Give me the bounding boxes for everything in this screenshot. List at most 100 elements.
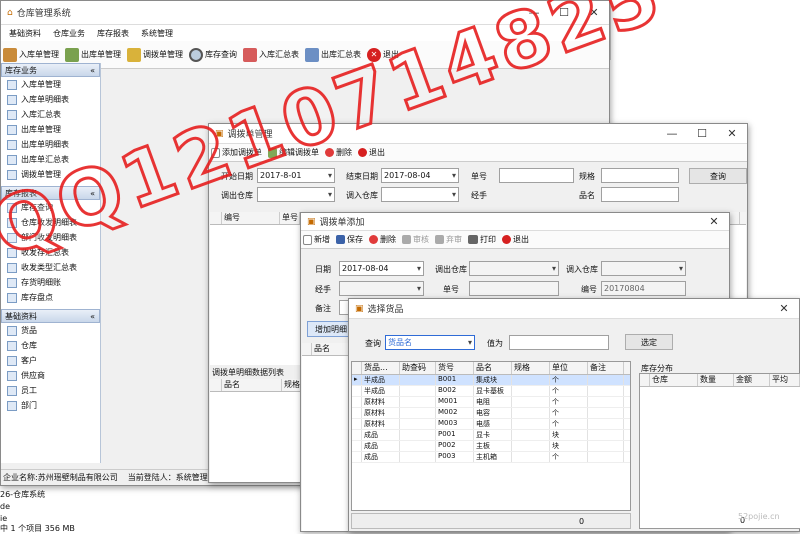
col-warehouse[interactable]: 仓库 (650, 374, 698, 386)
sidebar-item[interactable]: 库存盘点 (1, 290, 100, 305)
picker-bottom-scroll[interactable] (351, 513, 631, 529)
col-goods-name[interactable]: 品名 (312, 343, 352, 355)
query-field-select[interactable]: 货品名 (385, 335, 475, 350)
sidebar-item[interactable]: 出库单管理 (1, 122, 100, 137)
out-warehouse-select[interactable] (469, 261, 559, 276)
sidebar-item[interactable]: 入库汇总表 (1, 107, 100, 122)
minimize-button[interactable]: — (657, 127, 687, 140)
col-category[interactable]: 货品... (362, 362, 400, 374)
sidebar-item[interactable]: 部门 (1, 398, 100, 413)
goods-name-input[interactable] (601, 187, 679, 202)
new-button[interactable]: 新增 (303, 234, 330, 245)
order-no-input[interactable] (499, 168, 574, 183)
explorer-item[interactable]: 26-仓库系统 (0, 489, 45, 500)
table-row[interactable]: 原材料 M001 电阻 个 (352, 397, 630, 408)
sidebar-item[interactable]: 供应商 (1, 368, 100, 383)
sidebar-item[interactable]: 存货明细账 (1, 275, 100, 290)
in-warehouse-select[interactable] (381, 187, 459, 202)
sidebar-group-business[interactable]: 库存业务 « (1, 63, 100, 77)
table-cell (512, 430, 550, 440)
menu-system[interactable]: 系统管理 (135, 28, 179, 39)
menu-basic[interactable]: 基础资料 (3, 28, 47, 39)
table-row[interactable]: 原材料 M002 电容 个 (352, 408, 630, 419)
sidebar-item[interactable]: 入库单管理 (1, 77, 100, 92)
close-button[interactable]: ✕ (769, 302, 799, 315)
table-row[interactable]: 成品 P003 主机箱 个 (352, 452, 630, 463)
print-button[interactable]: 打印 (468, 234, 496, 245)
date-picker[interactable]: 2017-08-04 (339, 261, 424, 276)
inbound-mgmt-button[interactable]: 入库单管理 (3, 47, 59, 62)
exit-button[interactable]: 退出 (502, 234, 529, 245)
end-date-picker[interactable]: 2017-08-04 (381, 168, 459, 183)
picker-title: 选择货品 (367, 305, 404, 315)
sidebar-item[interactable]: 货品 (1, 323, 100, 338)
window-icon: ▣ (307, 216, 316, 227)
outbound-mgmt-button[interactable]: 出库单管理 (65, 47, 121, 62)
col-quantity[interactable]: 数量 (698, 374, 734, 386)
menu-warehouse[interactable]: 仓库业务 (47, 28, 91, 39)
unapprove-button[interactable]: 弃审 (435, 234, 462, 245)
col-helpcode[interactable]: 助查码 (400, 362, 436, 374)
table-row[interactable]: ▸ 半成品 B001 集成块 个 (352, 375, 630, 386)
table-row[interactable]: 成品 P002 主板 块 (352, 441, 630, 452)
code-input[interactable]: 20170804 (601, 281, 686, 296)
explorer-item[interactable]: de (0, 502, 10, 511)
remark-label: 备注 (315, 304, 331, 313)
save-button[interactable]: 保存 (336, 234, 363, 245)
col-amount[interactable]: 金额 (734, 374, 770, 386)
warehouse-icon (7, 340, 17, 351)
delete-button[interactable]: 删除 (369, 234, 396, 245)
out-warehouse-select[interactable] (257, 187, 335, 202)
handler-select[interactable] (339, 281, 424, 296)
close-button[interactable]: ✕ (717, 127, 747, 140)
explorer-status: 中 1 个项目 356 MB (0, 524, 75, 533)
report-icon (7, 292, 17, 303)
goods-picker-window: ▣ 选择货品 ✕ 查询 货品名 值为 选定 货品... 助查码 货号 品名 规格… (348, 298, 800, 532)
table-row[interactable]: 半成品 B002 显卡基板 个 (352, 386, 630, 397)
col-goods-no[interactable]: 货号 (436, 362, 474, 374)
sidebar-item[interactable]: 仓库 (1, 338, 100, 353)
col-spec[interactable]: 规格 (512, 362, 550, 374)
maximize-button[interactable]: ☐ (687, 127, 717, 140)
explorer-item[interactable]: ie (0, 514, 7, 523)
inbound-summary-button[interactable]: 入库汇总表 (243, 47, 299, 62)
order-no-input[interactable] (469, 281, 559, 296)
col-number[interactable]: 编号 (222, 212, 280, 224)
transfer-mgmt-button[interactable]: 调拨单管理 (127, 47, 183, 62)
stock-query-button[interactable]: 库存查询 (189, 47, 237, 62)
table-row[interactable]: 成品 P001 显卡 块 (352, 430, 630, 441)
sidebar-item[interactable]: 员工 (1, 383, 100, 398)
col-order-no[interactable]: 单号 (280, 212, 300, 224)
col-goods-name[interactable]: 品名 (474, 362, 512, 374)
spec-label: 规格 (579, 172, 595, 181)
approve-button[interactable]: 审核 (402, 234, 429, 245)
confirm-button[interactable]: 选定 (625, 334, 673, 350)
sidebar-group-basic[interactable]: 基础资料 « (1, 309, 100, 323)
value-input[interactable] (509, 335, 609, 350)
in-warehouse-select[interactable] (601, 261, 686, 276)
sidebar-item[interactable]: 入库单明细表 (1, 92, 100, 107)
sidebar-item[interactable]: 出库单明细表 (1, 137, 100, 152)
query-button[interactable]: 查询 (689, 168, 747, 184)
report-icon (7, 277, 17, 288)
table-row[interactable]: 原材料 M003 电感 个 (352, 419, 630, 430)
col-unit[interactable]: 单位 (550, 362, 588, 374)
spec-input[interactable] (601, 168, 679, 183)
goods-name-label: 品名 (579, 191, 595, 200)
site-watermark: 52pojie.cn (738, 512, 780, 521)
col-average[interactable]: 平均 (770, 374, 800, 386)
col-remark[interactable]: 备注 (588, 362, 624, 374)
inbound-icon (3, 47, 17, 62)
unapprove-icon (435, 235, 444, 244)
table-cell: B001 (436, 375, 474, 385)
menu-reports[interactable]: 库存报表 (91, 28, 135, 39)
table-cell (400, 441, 436, 451)
row-marker (352, 408, 362, 418)
close-button[interactable]: ✕ (699, 215, 729, 228)
col-goods-name[interactable]: 品名 (222, 379, 282, 391)
sidebar-item[interactable]: 客户 (1, 353, 100, 368)
table-cell: 半成品 (362, 386, 400, 396)
row-marker (352, 430, 362, 440)
exit-button[interactable]: 退出 (358, 147, 385, 158)
status-user: 当前登陆人：系统管理员 (127, 473, 216, 482)
